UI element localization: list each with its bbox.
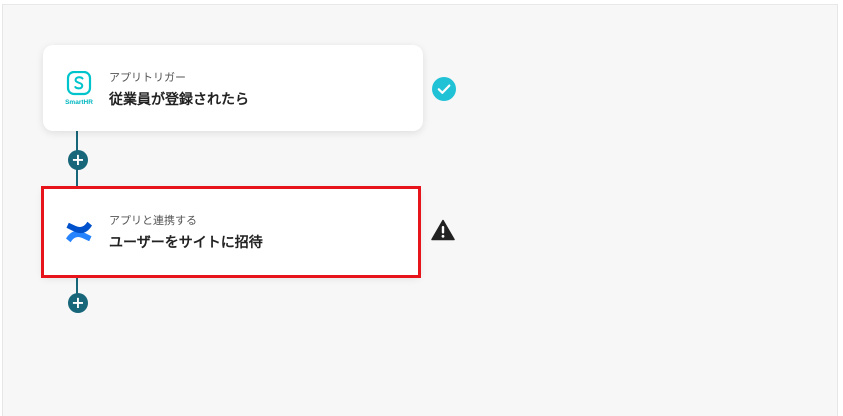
confluence-logo-icon [63, 218, 95, 254]
add-step-button[interactable]: + [68, 293, 88, 313]
smarthr-logo-icon: SmartHR [63, 70, 95, 107]
step-title: ユーザーをサイトに招待 [109, 235, 263, 251]
step-category-label: アプリトリガー [109, 71, 186, 84]
smarthr-logo-label: SmartHR [65, 99, 93, 106]
step-category-label: アプリと連携する [109, 214, 197, 227]
trigger-step-card[interactable]: SmartHR アプリトリガー 従業員が登録されたら [43, 45, 423, 131]
warning-triangle-icon [431, 219, 455, 245]
add-step-button[interactable]: + [68, 150, 88, 170]
check-circle-icon [432, 77, 456, 105]
action-step-card[interactable]: アプリと連携する ユーザーをサイトに招待 [43, 188, 419, 276]
step-title: 従業員が登録されたら [109, 92, 249, 108]
